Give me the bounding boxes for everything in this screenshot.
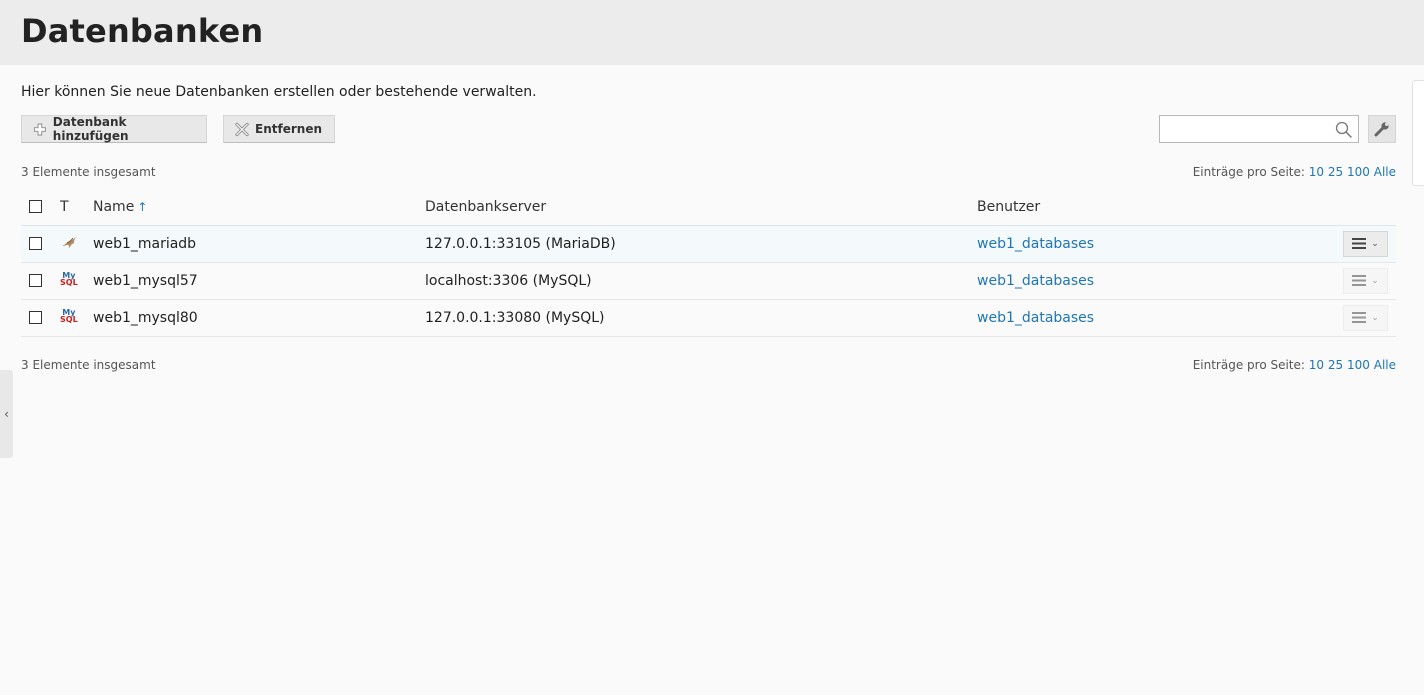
column-name[interactable]: Name ↑ <box>93 189 425 226</box>
remove-button[interactable]: Entfernen <box>223 115 335 143</box>
hamburger-menu-icon <box>1352 312 1367 323</box>
sort-ascending-icon: ↑ <box>137 199 148 214</box>
page-title: Datenbanken <box>21 12 264 50</box>
chevron-down-icon: ⌄ <box>1371 275 1379 286</box>
database-table: T Name ↑ Datenbankserver Benutzer web1_ma <box>21 189 1396 337</box>
search-box <box>1159 115 1359 143</box>
db-name: web1_mysql57 <box>93 262 425 300</box>
add-database-button[interactable]: Datenbank hinzufügen <box>21 115 207 143</box>
db-user-link[interactable]: web1_databases <box>977 273 1094 289</box>
row-checkbox[interactable] <box>29 274 42 287</box>
per-page-10[interactable]: 10 <box>1309 165 1324 179</box>
db-server: localhost:3306 (MySQL) <box>425 262 977 300</box>
row-actions-button[interactable]: ⌄ <box>1343 267 1388 294</box>
db-name: web1_mariadb <box>93 225 425 263</box>
list-meta-bottom: 3 Elemente insgesamt Einträge pro Seite:… <box>21 357 1396 373</box>
column-user[interactable]: Benutzer <box>977 189 1316 226</box>
row-checkbox[interactable] <box>29 311 42 324</box>
toolbar: Datenbank hinzufügen Entfernen <box>21 115 1396 143</box>
per-page-all[interactable]: Alle <box>1374 358 1396 372</box>
page-description: Hier können Sie neue Datenbanken erstell… <box>21 84 537 100</box>
right-panel-toggle[interactable] <box>1412 80 1424 186</box>
page-header: Datenbanken <box>0 0 1424 65</box>
wrench-icon <box>1374 122 1389 137</box>
column-type[interactable]: T <box>60 189 93 226</box>
per-page-all[interactable]: Alle <box>1374 165 1396 179</box>
total-count: 3 Elemente insgesamt <box>21 165 156 179</box>
chevron-down-icon: ⌄ <box>1371 312 1379 323</box>
x-icon <box>235 122 249 136</box>
per-page-100[interactable]: 100 <box>1347 358 1370 372</box>
list-meta-top: 3 Elemente insgesamt Einträge pro Seite:… <box>21 164 1396 180</box>
chevron-left-icon: ‹ <box>4 407 9 421</box>
per-page-label: Einträge pro Seite: <box>1192 165 1305 179</box>
db-user-link[interactable]: web1_databases <box>977 310 1094 326</box>
per-page-selector: Einträge pro Seite: 10 25 100 Alle <box>1193 358 1396 372</box>
hamburger-menu-icon <box>1352 238 1367 249</box>
main-content: Hier können Sie neue Datenbanken erstell… <box>0 84 1424 373</box>
per-page-100[interactable]: 100 <box>1347 165 1370 179</box>
per-page-label: Einträge pro Seite: <box>1192 357 1305 372</box>
sidebar-toggle[interactable]: ‹ <box>0 370 13 458</box>
plus-icon <box>33 123 46 135</box>
tools-button[interactable] <box>1368 115 1396 143</box>
row-actions-button[interactable]: ⌄ <box>1343 230 1388 257</box>
db-user-link[interactable]: web1_databases <box>977 236 1094 252</box>
chevron-down-icon: ⌄ <box>1371 238 1379 249</box>
db-name: web1_mysql80 <box>93 299 425 337</box>
table-row[interactable]: My SQL web1_mysql80 127.0.0.1:33080 (MySQ… <box>21 299 1396 337</box>
row-actions-button[interactable]: ⌄ <box>1343 304 1388 331</box>
mysql-logo-icon: My SQL <box>60 271 78 287</box>
remove-label: Entfernen <box>255 122 322 136</box>
mysql-logo-icon: My SQL <box>60 308 78 324</box>
select-all-checkbox[interactable] <box>29 200 42 214</box>
column-server[interactable]: Datenbankserver <box>425 189 977 226</box>
per-page-25[interactable]: 25 <box>1328 358 1343 372</box>
row-checkbox[interactable] <box>29 237 42 250</box>
per-page-selector: Einträge pro Seite: 10 25 100 Alle <box>1193 165 1396 179</box>
hamburger-menu-icon <box>1352 275 1367 286</box>
per-page-10[interactable]: 10 <box>1309 358 1324 372</box>
mariadb-seal-icon <box>62 236 76 248</box>
total-count: 3 Elemente insgesamt <box>21 357 156 372</box>
column-name-label: Name <box>93 198 135 215</box>
table-header-row: T Name ↑ Datenbankserver Benutzer <box>21 189 1396 226</box>
add-database-label: Datenbank hinzufügen <box>52 115 129 143</box>
db-server: 127.0.0.1:33105 (MariaDB) <box>425 225 977 263</box>
per-page-25[interactable]: 25 <box>1328 165 1343 179</box>
table-row[interactable]: web1_mariadb 127.0.0.1:33105 (MariaDB) w… <box>21 225 1396 263</box>
table-row[interactable]: My SQL web1_mysql57 localhost:3306 (MySQL… <box>21 262 1396 300</box>
search-icon[interactable] <box>1335 121 1352 138</box>
db-server: 127.0.0.1:33080 (MySQL) <box>425 299 977 337</box>
search-input[interactable] <box>1160 116 1330 142</box>
